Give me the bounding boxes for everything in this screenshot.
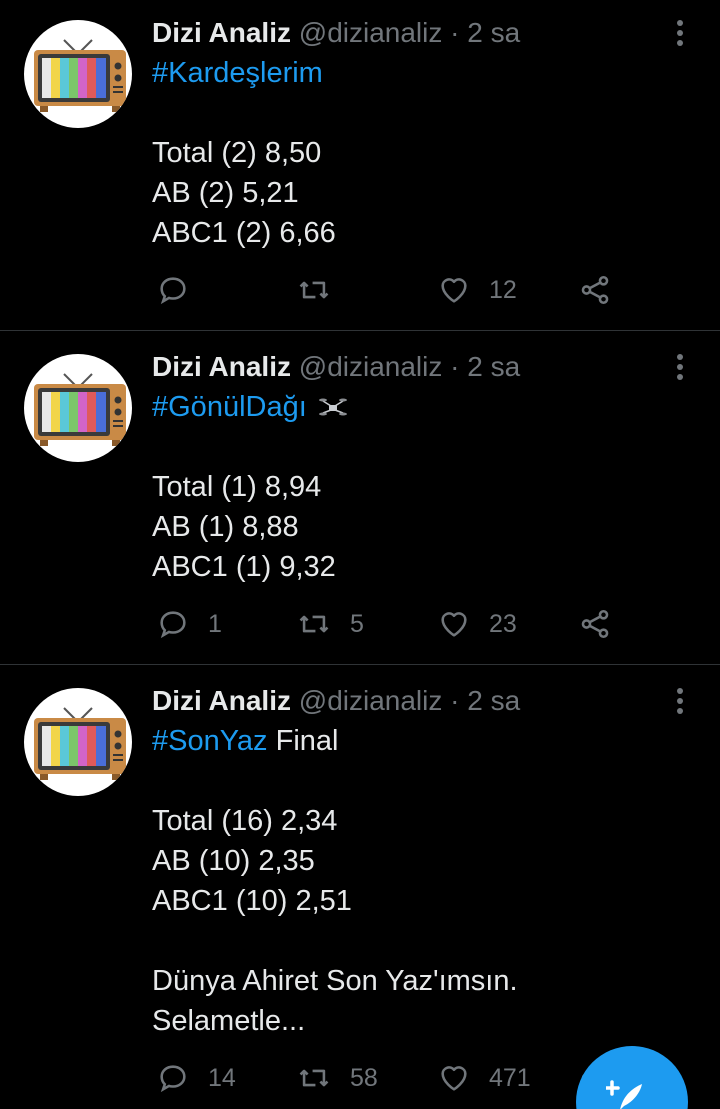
tweet-2[interactable]: Dizi Analiz @dizianaliz · 2 sa #GönülDağ… xyxy=(0,331,720,665)
like-button[interactable]: 12 xyxy=(437,270,517,310)
tweet-text-line: ABC1 (1) 9,32 xyxy=(152,551,336,583)
tweet-text-line: AB (1) 8,88 xyxy=(152,511,299,543)
like-button[interactable]: 471 xyxy=(437,1058,531,1098)
timeline-feed: Dizi Analiz @dizianaliz · 2 sa #Kardeşle… xyxy=(0,0,720,1109)
reply-count: 14 xyxy=(208,1063,236,1092)
author-handle[interactable]: @dizianaliz xyxy=(299,685,443,716)
tweet-3[interactable]: Dizi Analiz @dizianaliz · 2 sa #SonYaz F… xyxy=(0,665,720,1109)
reply-button[interactable]: 1 xyxy=(156,604,222,644)
hashtag-link[interactable]: #GönülDağı xyxy=(152,391,307,423)
like-button[interactable]: 23 xyxy=(437,604,517,644)
tweet-title-line: #GönülDağı xyxy=(152,387,347,427)
reply-icon xyxy=(160,277,186,305)
tweet-text-line: AB (2) 5,21 xyxy=(152,177,299,209)
timestamp[interactable]: 2 sa xyxy=(467,17,520,48)
more-options-button[interactable] xyxy=(668,684,692,718)
reply-count: 1 xyxy=(208,609,222,638)
author-handle[interactable]: @dizianaliz xyxy=(299,351,443,382)
tweet-text-line: Total (2) 8,50 xyxy=(152,137,322,169)
author-handle[interactable]: @dizianaliz xyxy=(299,17,443,48)
more-options-icon xyxy=(677,20,683,46)
avatar[interactable] xyxy=(24,354,132,462)
tweet-text-line: Dünya Ahiret Son Yaz'ımsın. xyxy=(152,965,518,997)
share-icon xyxy=(581,275,609,305)
more-options-icon xyxy=(677,354,683,380)
tweet-actions: 12 xyxy=(0,270,720,310)
timestamp[interactable]: 2 sa xyxy=(467,685,520,716)
heart-icon xyxy=(441,1066,467,1091)
tweet-text-line: Total (1) 8,94 xyxy=(152,471,322,503)
share-button[interactable] xyxy=(578,604,612,644)
like-count: 23 xyxy=(489,609,517,638)
tweet-text-line: ABC1 (10) 2,51 xyxy=(152,885,352,917)
separator-dot: · xyxy=(450,351,460,382)
avatar[interactable] xyxy=(24,20,132,128)
avatar[interactable] xyxy=(24,688,132,796)
author-name[interactable]: Dizi Analiz xyxy=(152,351,291,382)
more-options-icon xyxy=(677,688,683,714)
reply-button[interactable] xyxy=(156,270,208,310)
retweet-count: 58 xyxy=(350,1063,378,1092)
compose-tweet-icon xyxy=(606,1080,642,1109)
tv-logo-icon xyxy=(34,707,126,780)
share-icon xyxy=(581,609,609,639)
more-options-button[interactable] xyxy=(668,350,692,384)
drone-emoji-icon xyxy=(318,398,347,416)
tweet-1[interactable]: Dizi Analiz @dizianaliz · 2 sa #Kardeşle… xyxy=(0,0,720,331)
tweet-title-line: #SonYaz Final xyxy=(152,721,338,761)
retweet-button[interactable] xyxy=(296,270,350,310)
tweet-text-line: ABC1 (2) 6,66 xyxy=(152,217,336,249)
separator-dot: · xyxy=(450,17,460,48)
timestamp[interactable]: 2 sa xyxy=(467,351,520,382)
tweet-actions: 1 5 23 xyxy=(0,604,720,644)
share-button[interactable] xyxy=(578,270,612,310)
like-count: 471 xyxy=(489,1063,531,1092)
retweet-icon xyxy=(299,281,329,299)
tv-logo-icon xyxy=(34,39,126,112)
heart-icon xyxy=(441,278,467,303)
tweet-header: Dizi Analiz @dizianaliz · 2 sa xyxy=(152,684,520,718)
title-suffix: Final xyxy=(275,725,339,757)
hashtag-link[interactable]: #Kardeşlerim xyxy=(152,57,323,89)
hashtag-link[interactable]: #SonYaz xyxy=(152,725,268,757)
retweet-icon xyxy=(299,1069,329,1087)
tweet-text-line: AB (10) 2,35 xyxy=(152,845,315,877)
tweet-header: Dizi Analiz @dizianaliz · 2 sa xyxy=(152,350,520,384)
tv-logo-icon xyxy=(34,373,126,446)
retweet-count: 5 xyxy=(350,609,364,638)
reply-icon xyxy=(160,1065,186,1093)
reply-icon xyxy=(160,611,186,639)
heart-icon xyxy=(441,612,467,637)
like-count: 12 xyxy=(489,275,517,304)
tweet-text-line: Total (16) 2,34 xyxy=(152,805,338,837)
separator-dot: · xyxy=(450,685,460,716)
author-name[interactable]: Dizi Analiz xyxy=(152,685,291,716)
retweet-button[interactable]: 58 xyxy=(296,1058,378,1098)
tweet-title-line: #Kardeşlerim xyxy=(152,53,323,93)
author-name[interactable]: Dizi Analiz xyxy=(152,17,291,48)
more-options-button[interactable] xyxy=(668,16,692,50)
reply-button[interactable]: 14 xyxy=(156,1058,236,1098)
tweet-text-line: Selametle... xyxy=(152,1005,306,1037)
retweet-icon xyxy=(299,615,329,633)
retweet-button[interactable]: 5 xyxy=(296,604,364,644)
tweet-header: Dizi Analiz @dizianaliz · 2 sa xyxy=(152,16,520,50)
